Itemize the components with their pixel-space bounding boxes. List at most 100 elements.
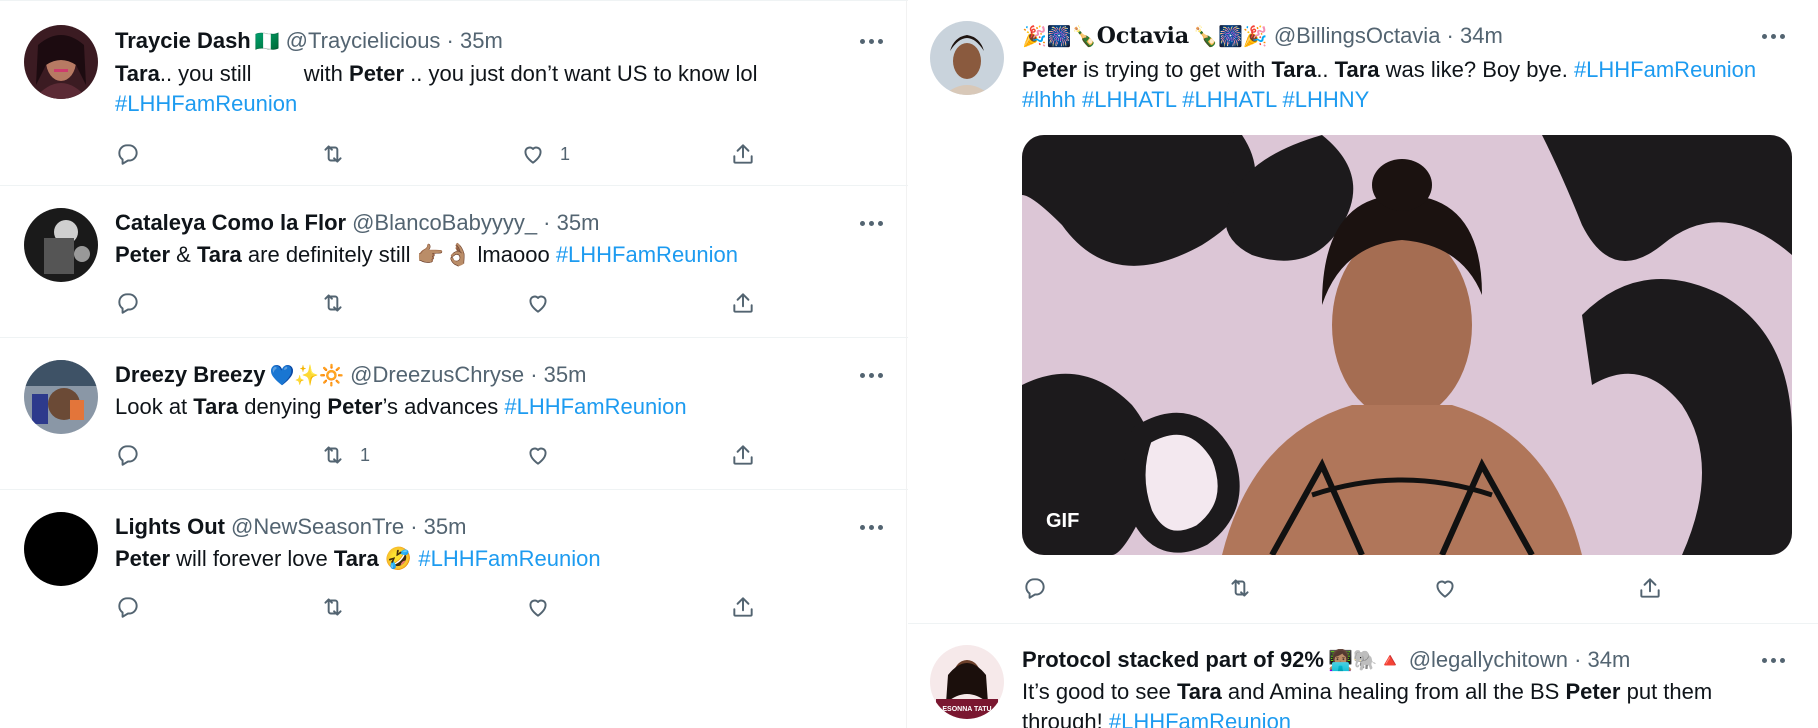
display-name[interactable]: Lights Out [115, 514, 225, 540]
hashtag-link[interactable]: #LHHATL [1182, 87, 1276, 112]
hashtag-link[interactable]: #LHHFamReunion [1109, 709, 1291, 728]
retweet-icon [324, 446, 342, 464]
retweet-button[interactable] [320, 136, 346, 172]
column-divider [906, 0, 907, 728]
handle-and-time[interactable]: @BlancoBabyyyy_ · 35m [352, 210, 599, 236]
hashtag-link[interactable]: #LHHATL [1082, 87, 1176, 112]
handle-and-time[interactable]: @Traycielicious · 35m [286, 28, 503, 54]
text-segment: was like? Boy bye. [1379, 57, 1574, 82]
share-button[interactable] [730, 437, 756, 473]
retweet-icon [1231, 579, 1249, 597]
text-segment: 🤣 [378, 546, 419, 571]
name-emoji: 💙✨🔆 [269, 364, 345, 387]
more-icon[interactable] [856, 208, 886, 238]
avatar[interactable] [24, 25, 98, 99]
retweet-count: 1 [360, 444, 371, 465]
text-segment: and Amina healing from all the BS [1221, 679, 1566, 704]
tweet-protocol[interactable]: ESONNA TATU Protocol stacked part of 92%… [908, 625, 1818, 728]
bold-text: Tara [115, 61, 160, 86]
tweet-traycie[interactable]: Traycie Dash 🇳🇬 @Traycielicious · 35m Ta… [0, 0, 908, 186]
avatar-caption: ESONNA TATU [942, 706, 991, 713]
tweet-cataleya[interactable]: Cataleya Como la Flor @BlancoBabyyyy_ · … [0, 187, 908, 338]
tweet-actions [115, 285, 775, 321]
avatar[interactable]: ESONNA TATU [930, 645, 1004, 719]
like-icon [1436, 580, 1454, 598]
reply-button[interactable] [115, 437, 141, 473]
tweet-dreezy[interactable]: Dreezy Breezy 💙✨🔆 @DreezusChryse · 35m L… [0, 339, 908, 490]
tweet-header: Lights Out @NewSeasonTre · 35m [115, 512, 466, 542]
tweet-lights-out[interactable]: Lights Out @NewSeasonTre · 35m Peter wil… [0, 491, 908, 661]
timeline-left: Traycie Dash 🇳🇬 @Traycielicious · 35m Ta… [0, 0, 908, 728]
hashtag-link[interactable]: #LHHFamReunion [418, 546, 600, 571]
display-name[interactable]: Dreezy Breezy [115, 362, 265, 388]
gif-media[interactable]: GIF [1022, 135, 1792, 555]
like-icon [529, 599, 547, 617]
text-segment: is trying to get with [1077, 57, 1272, 82]
reply-icon [118, 293, 138, 314]
reply-button[interactable] [115, 136, 141, 172]
reply-button[interactable] [115, 285, 141, 321]
text-segment: .. [1316, 57, 1335, 82]
share-icon [1640, 578, 1660, 598]
name-emoji: 👩🏽‍💻🐘🔺 [1327, 649, 1403, 672]
avatar[interactable] [930, 21, 1004, 95]
retweet-icon [324, 145, 342, 163]
display-name[interactable]: Cataleya Como la Flor [115, 210, 346, 236]
text-segment: will forever love [170, 546, 334, 571]
handle-and-time[interactable]: @BillingsOctavia · 34m [1274, 23, 1503, 49]
hashtag-link[interactable]: #LHHFamReunion [1574, 57, 1756, 82]
more-icon[interactable] [856, 360, 886, 390]
hashtag-link[interactable]: #LHHFamReunion [504, 394, 686, 419]
tweet-actions: 1 [115, 437, 775, 473]
bold-text: Tara [193, 394, 239, 419]
hashtag-link[interactable]: #LHHFamReunion [556, 242, 738, 267]
retweet-icon [324, 598, 342, 616]
hashtag-link[interactable]: #LHHNY [1283, 87, 1370, 112]
avatar[interactable] [24, 208, 98, 282]
more-icon[interactable] [856, 26, 886, 56]
handle-and-time[interactable]: @legallychitown · 34m [1409, 647, 1631, 673]
hashtag-link[interactable]: #lhhh [1022, 87, 1076, 112]
like-button[interactable] [525, 437, 551, 473]
retweet-button[interactable]: 1 [320, 437, 370, 473]
like-button[interactable]: 1 [520, 136, 570, 172]
tweet-text: Peter & Tara are definitely still 👉🏽👌🏽 l… [115, 240, 895, 270]
retweet-button[interactable] [320, 589, 346, 625]
reply-button[interactable] [115, 589, 141, 625]
reply-icon [118, 445, 138, 466]
retweet-button[interactable] [1227, 570, 1253, 606]
bold-text: Peter [349, 61, 405, 86]
display-name[interactable]: Traycie Dash [115, 28, 251, 54]
reply-icon [118, 144, 138, 165]
tweet-header: Protocol stacked part of 92% 👩🏽‍💻🐘🔺 @leg… [1022, 645, 1630, 675]
share-button[interactable] [730, 285, 756, 321]
share-icon [733, 293, 753, 313]
reply-button[interactable] [1022, 570, 1048, 606]
more-icon[interactable] [1758, 645, 1788, 675]
flag-emoji: 🇳🇬 [254, 30, 280, 53]
more-icon[interactable] [856, 512, 886, 542]
handle-and-time[interactable]: @NewSeasonTre · 35m [231, 514, 467, 540]
gif-label: GIF [1046, 510, 1080, 532]
hashtag-link[interactable]: #LHHFamReunion [115, 91, 297, 116]
like-button[interactable] [525, 589, 551, 625]
like-icon [529, 447, 547, 465]
tweet-text: Peter will forever love Tara 🤣 #LHHFamRe… [115, 544, 895, 574]
avatar[interactable] [24, 360, 98, 434]
display-name[interactable]: Protocol stacked part of 92% [1022, 647, 1324, 673]
share-button[interactable] [1637, 570, 1663, 606]
gif-frame [1022, 135, 1792, 555]
bold-text: Peter [1022, 57, 1078, 82]
more-icon[interactable] [1758, 21, 1788, 51]
retweet-button[interactable] [320, 285, 346, 321]
text-segment: are definitely still 👉🏽👌🏽 lmaooo [241, 242, 556, 267]
handle-and-time[interactable]: @DreezusChryse · 35m [350, 362, 586, 388]
share-button[interactable] [730, 136, 756, 172]
text-segment: denying [238, 394, 328, 419]
share-button[interactable] [730, 589, 756, 625]
like-button[interactable] [1432, 570, 1458, 606]
display-name[interactable]: Octavia [1097, 23, 1189, 49]
avatar[interactable] [24, 512, 98, 586]
like-button[interactable] [525, 285, 551, 321]
reply-icon [1025, 578, 1045, 599]
